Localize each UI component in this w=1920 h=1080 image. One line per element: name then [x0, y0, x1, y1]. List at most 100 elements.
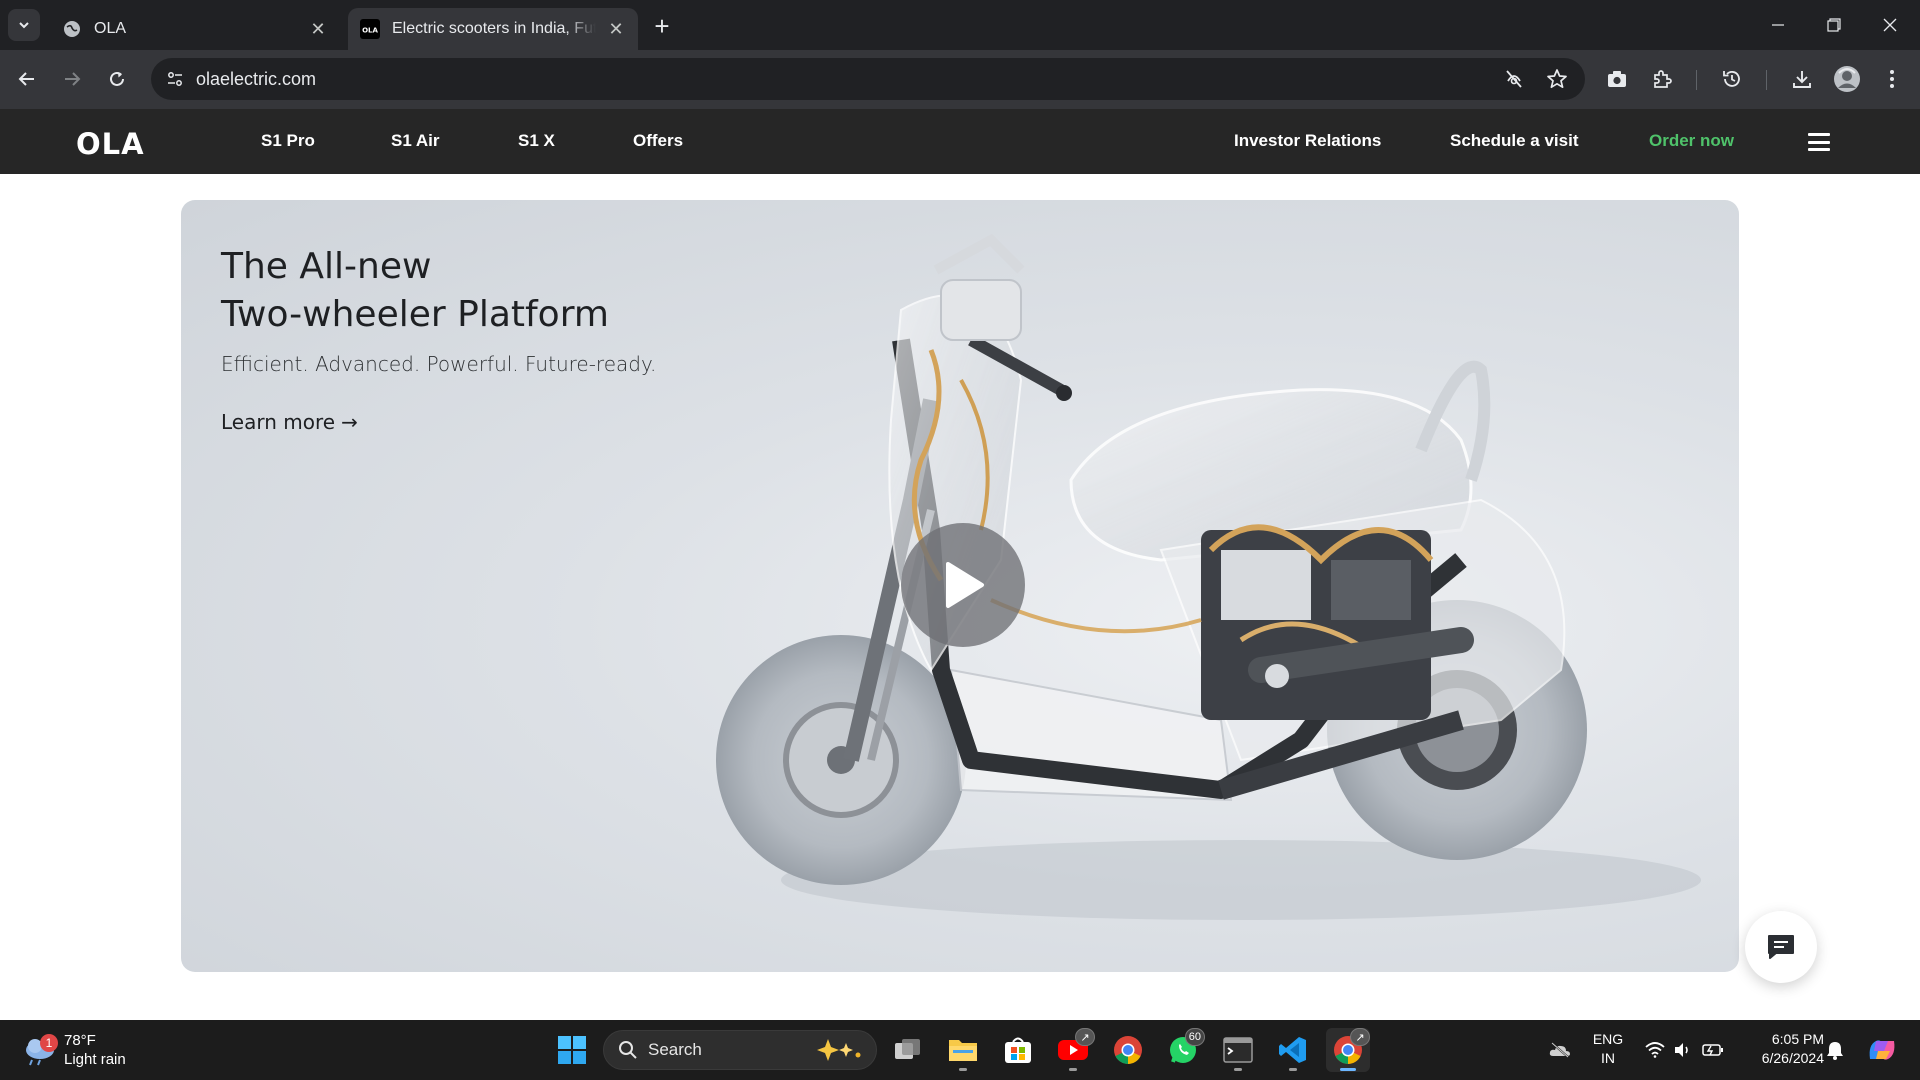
forward-button[interactable]: [55, 62, 89, 96]
restore-icon: [1827, 18, 1841, 32]
arrow-left-icon: [18, 72, 34, 86]
download-icon: [1793, 71, 1811, 88]
copilot-sparkle-icon: [817, 1039, 861, 1061]
puzzle-icon: [1654, 70, 1672, 88]
menu-hamburger-icon[interactable]: [1808, 133, 1830, 151]
close-tab-icon[interactable]: ✕: [604, 17, 628, 41]
folder-icon: [949, 1040, 977, 1061]
terminal-button[interactable]: [1216, 1028, 1260, 1072]
browser-tab-strip: OLA ✕ OLA Electric scooters in India, Fu…: [0, 0, 1920, 50]
hero-title-line1: The All-new: [221, 246, 432, 287]
task-view-icon: [895, 1039, 920, 1059]
language-region: IN: [1601, 1050, 1615, 1066]
task-view-button[interactable]: [886, 1028, 930, 1072]
wifi-icon[interactable]: [1644, 1039, 1666, 1061]
order-now-link[interactable]: Order now: [1649, 131, 1734, 151]
clock[interactable]: 6:05 PM 6/26/2024: [1752, 1030, 1824, 1068]
vscode-button[interactable]: [1271, 1028, 1315, 1072]
search-icon: [619, 1041, 637, 1059]
avatar-icon: [1834, 66, 1860, 92]
language-indicator[interactable]: ENG IN: [1590, 1030, 1626, 1068]
learn-more-label: Learn more: [221, 410, 336, 434]
file-explorer-button[interactable]: [941, 1028, 985, 1072]
battery-icon[interactable]: [1702, 1039, 1724, 1061]
extensions-button[interactable]: [1645, 62, 1679, 96]
bookmark-star-icon[interactable]: [1545, 67, 1569, 91]
weather-widget[interactable]: 1 78°F Light rain: [20, 1028, 126, 1072]
site-info-icon[interactable]: [161, 65, 189, 93]
nav-link-s1-x[interactable]: S1 X: [518, 131, 555, 151]
hero-title: The All-new Two-wheeler Platform: [221, 243, 609, 339]
chrome-button[interactable]: [1106, 1028, 1150, 1072]
profile-avatar-button[interactable]: [1830, 62, 1864, 96]
new-tab-button[interactable]: +: [648, 11, 676, 41]
back-button[interactable]: [10, 62, 44, 96]
hero-banner: The All-new Two-wheeler Platform Efficie…: [181, 200, 1739, 972]
learn-more-link[interactable]: Learn more →: [221, 410, 358, 434]
screenshot-camera-button[interactable]: [1600, 62, 1634, 96]
notification-bell-icon[interactable]: [1824, 1039, 1846, 1061]
toolbar-separator: [1696, 70, 1697, 90]
start-button[interactable]: [550, 1028, 594, 1072]
youtube-badge-icon: ↗: [1075, 1028, 1095, 1046]
clock-date: 6/26/2024: [1761, 1050, 1824, 1066]
site-header: OLA S1 Pro S1 Air S1 X Offers Investor R…: [0, 109, 1920, 174]
vscode-icon: [1279, 1037, 1306, 1063]
windows-taskbar: 1 78°F Light rain Search ↗ 60 ↗ ENG IN 6…: [0, 1020, 1920, 1080]
onedrive-offline-icon[interactable]: [1549, 1039, 1571, 1061]
youtube-app-button[interactable]: ↗: [1051, 1028, 1095, 1072]
minimize-button[interactable]: [1750, 0, 1806, 50]
chrome-profile-badge-icon: ↗: [1350, 1028, 1370, 1046]
tab-search-button[interactable]: [8, 9, 40, 41]
language-code: ENG: [1592, 1031, 1624, 1047]
nav-link-s1-air[interactable]: S1 Air: [391, 131, 440, 151]
chrome-active-window-button[interactable]: ↗: [1326, 1028, 1370, 1072]
weather-temp: 78°F: [64, 1032, 96, 1049]
reload-button[interactable]: [100, 62, 134, 96]
nav-link-offers[interactable]: Offers: [633, 131, 683, 151]
chat-icon: [1768, 935, 1794, 959]
windows-logo-icon: [558, 1036, 586, 1064]
chevron-down-icon: [19, 22, 29, 29]
taskbar-search[interactable]: Search: [603, 1030, 877, 1070]
nav-link-s1-pro[interactable]: S1 Pro: [261, 131, 315, 151]
restore-button[interactable]: [1806, 0, 1862, 50]
history-button[interactable]: [1715, 62, 1749, 96]
hero-title-line2: Two-wheeler Platform: [221, 294, 609, 335]
scooter-illustration: [716, 233, 1701, 920]
close-tab-icon[interactable]: ✕: [306, 17, 330, 41]
tab-title: OLA: [94, 20, 127, 37]
url-text: olaelectric.com: [196, 69, 317, 89]
terminal-icon: [1223, 1037, 1253, 1063]
weather-condition: Light rain: [64, 1051, 126, 1068]
close-icon: [1883, 18, 1897, 32]
nav-link-investor-relations[interactable]: Investor Relations: [1234, 131, 1381, 151]
browser-tab-ola[interactable]: OLA ✕: [50, 8, 340, 50]
globe-icon: [62, 19, 82, 39]
play-video-button[interactable]: [901, 523, 1025, 647]
ola-logo[interactable]: OLA: [76, 127, 145, 161]
eye-off-icon[interactable]: [1502, 67, 1526, 91]
chat-support-button[interactable]: [1745, 911, 1817, 983]
tab-title: Electric scooters in India, Future: [392, 20, 596, 37]
whatsapp-button[interactable]: 60: [1161, 1028, 1205, 1072]
address-bar[interactable]: olaelectric.com: [151, 58, 1585, 100]
search-label: Search: [648, 1040, 702, 1059]
arrow-right-icon: →: [341, 410, 358, 434]
ola-favicon-icon: OLA: [360, 19, 380, 39]
nav-link-schedule-visit[interactable]: Schedule a visit: [1450, 131, 1579, 151]
copilot-icon[interactable]: [1866, 1035, 1898, 1065]
downloads-button[interactable]: [1785, 62, 1819, 96]
minimize-icon: [1772, 24, 1784, 26]
browser-tab-ola-electric[interactable]: OLA Electric scooters in India, Future ✕: [348, 8, 638, 50]
microsoft-store-button[interactable]: [996, 1028, 1040, 1072]
close-window-button[interactable]: [1862, 0, 1918, 50]
browser-toolbar: olaelectric.com: [0, 50, 1920, 109]
camera-icon: [1608, 71, 1626, 87]
play-icon: [946, 562, 984, 608]
browser-menu-button[interactable]: [1875, 62, 1909, 96]
toolbar-separator: [1766, 70, 1767, 90]
reload-icon: [110, 71, 124, 86]
whatsapp-unread-badge: 60: [1184, 1028, 1205, 1046]
volume-icon[interactable]: [1672, 1039, 1694, 1061]
